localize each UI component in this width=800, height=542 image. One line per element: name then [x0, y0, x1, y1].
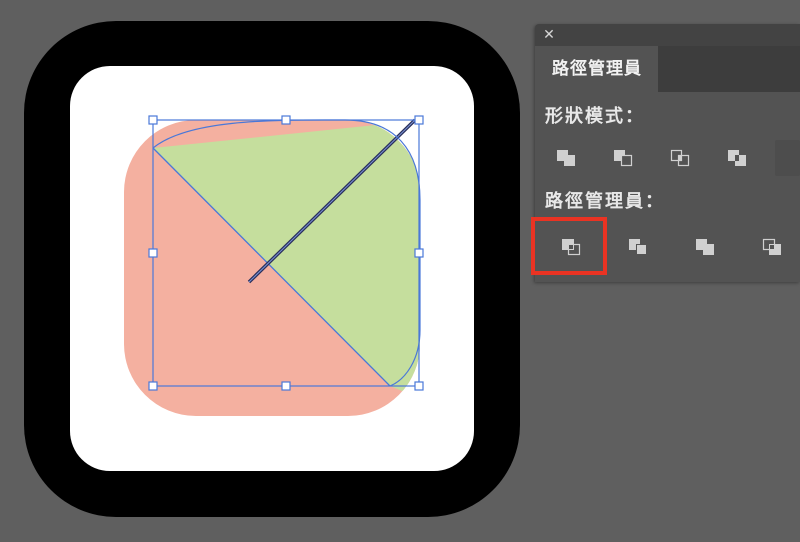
- handle-top-middle[interactable]: [281, 115, 291, 125]
- handle-middle-left[interactable]: [148, 248, 158, 258]
- handle-top-right[interactable]: [414, 115, 424, 125]
- handle-bottom-middle[interactable]: [281, 381, 291, 391]
- panel-title-bar[interactable]: ✕: [535, 24, 800, 46]
- crop-icon: [762, 238, 781, 255]
- minus-front-button[interactable]: [605, 140, 641, 176]
- handle-middle-right[interactable]: [414, 248, 424, 258]
- shape-modes-label: 形狀模式：: [545, 106, 645, 127]
- divide-button-highlight: [531, 217, 607, 275]
- close-icon[interactable]: ✕: [542, 24, 556, 46]
- handle-top-left[interactable]: [148, 115, 158, 125]
- unite-icon: [557, 150, 575, 166]
- intersect-icon: [670, 149, 690, 167]
- merge-button[interactable]: [687, 229, 723, 265]
- pathfinders-label: 路徑管理員：: [545, 191, 665, 212]
- minus-front-icon: [614, 150, 633, 167]
- tab-pathfinder[interactable]: 路徑管理員: [535, 46, 658, 92]
- panel-tab-strip: 路徑管理員: [535, 46, 800, 92]
- exclude-icon: [728, 150, 746, 166]
- merge-icon: [696, 239, 714, 255]
- trim-button[interactable]: [620, 229, 656, 265]
- handle-bottom-left[interactable]: [148, 381, 158, 391]
- unite-button[interactable]: [548, 140, 584, 176]
- crop-button[interactable]: [754, 229, 790, 265]
- handle-bottom-right[interactable]: [414, 381, 424, 391]
- exclude-button[interactable]: [719, 140, 755, 176]
- intersect-button[interactable]: [662, 140, 698, 176]
- trim-icon: [629, 239, 647, 255]
- expand-button[interactable]: [775, 140, 800, 176]
